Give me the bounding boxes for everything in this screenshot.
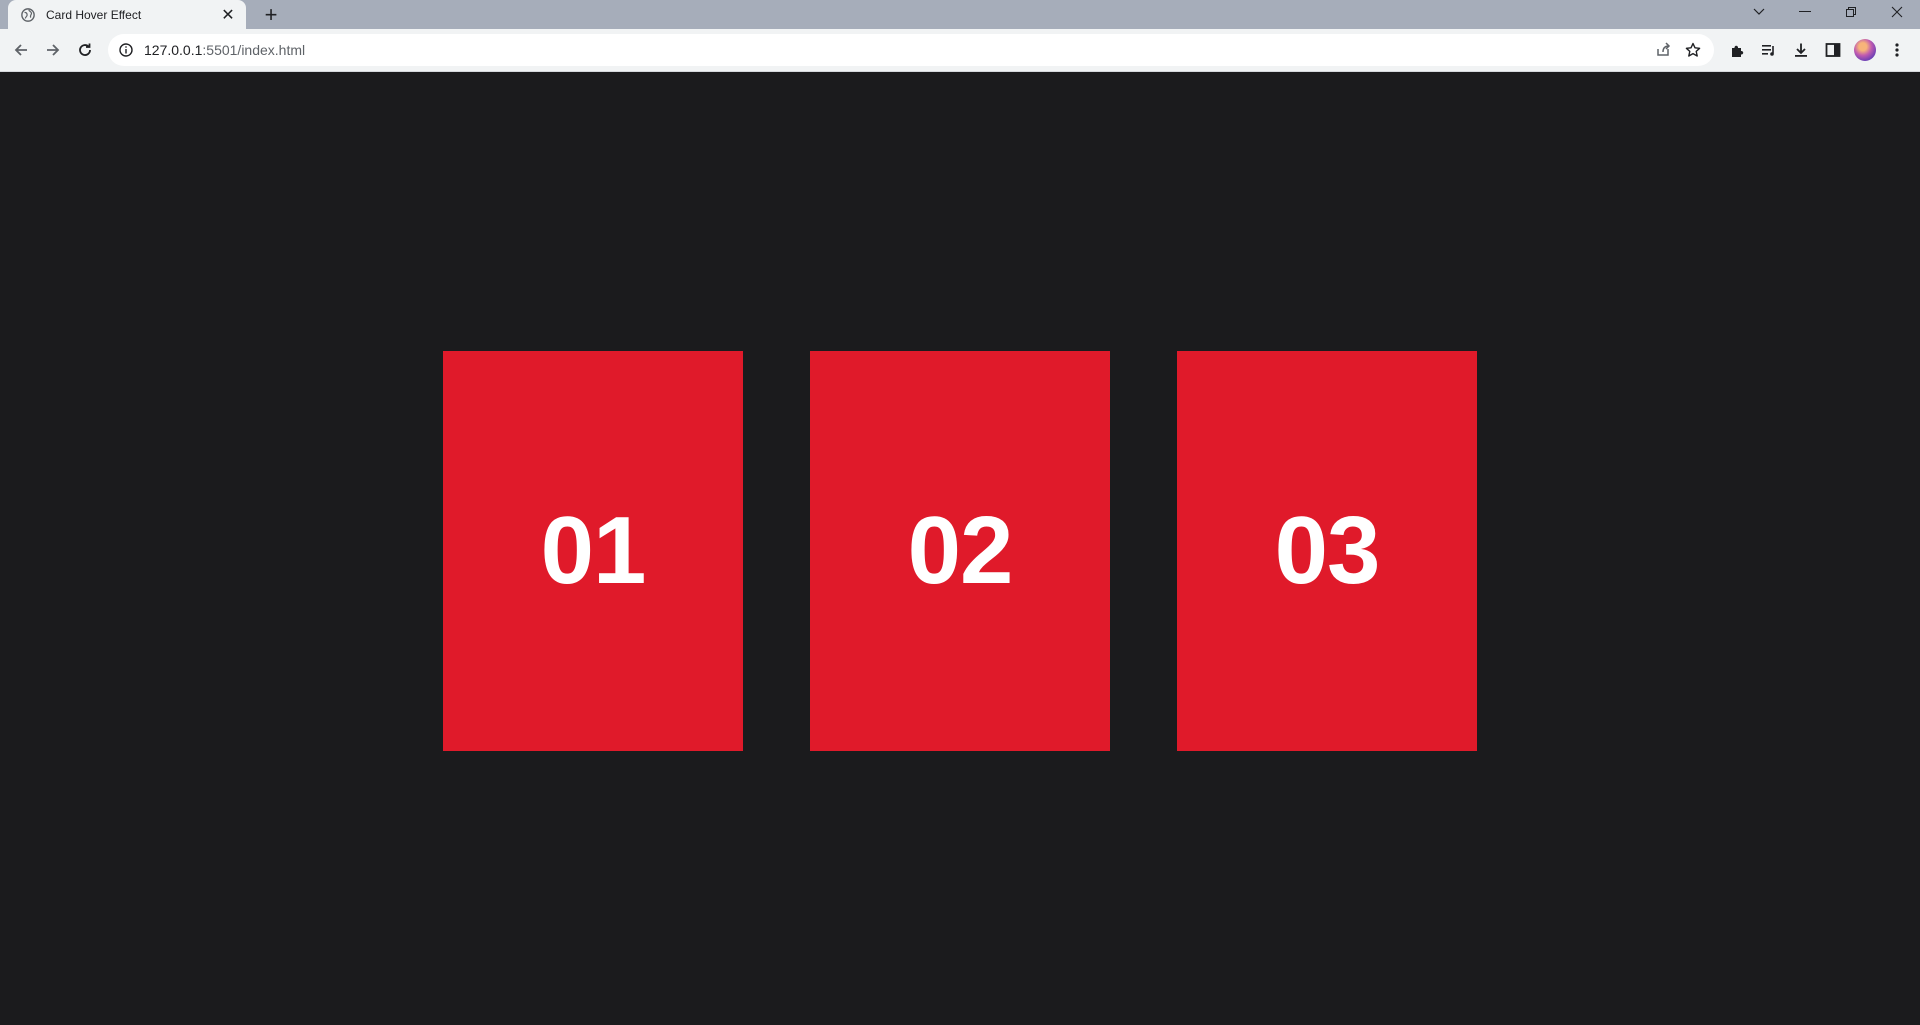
globe-icon [20, 7, 36, 23]
info-icon[interactable] [118, 42, 134, 58]
profile-avatar [1854, 39, 1876, 61]
close-window-icon[interactable] [1874, 0, 1920, 24]
card-number: 01 [540, 497, 647, 604]
close-icon[interactable]: ✕ [218, 5, 238, 25]
minimize-icon[interactable] [1782, 0, 1828, 24]
share-icon[interactable] [1648, 35, 1678, 65]
address-actions [1648, 35, 1708, 65]
tab-search-icon[interactable] [1736, 0, 1782, 24]
back-icon[interactable] [7, 36, 35, 64]
card-number: 02 [907, 497, 1014, 604]
forward-icon[interactable] [39, 36, 67, 64]
address-bar[interactable]: 127.0.0.1:5501/index.html [108, 34, 1714, 66]
url-path: :5501/index.html [202, 42, 306, 58]
browser-tab[interactable]: Card Hover Effect ✕ [8, 0, 246, 29]
card-02[interactable]: 02 [810, 351, 1110, 751]
star-icon[interactable] [1678, 35, 1708, 65]
card-number: 03 [1274, 497, 1381, 604]
reload-icon[interactable] [71, 36, 99, 64]
download-icon[interactable] [1787, 36, 1815, 64]
media-icon[interactable] [1755, 36, 1783, 64]
card-01[interactable]: 01 [443, 351, 743, 751]
browser-toolbar: 127.0.0.1:5501/index.html [0, 29, 1920, 72]
restore-icon[interactable] [1828, 0, 1874, 24]
tab-strip: Card Hover Effect ✕ + [0, 0, 1920, 29]
menu-icon[interactable] [1883, 36, 1911, 64]
extensions-icon[interactable] [1723, 36, 1751, 64]
avatar[interactable] [1851, 36, 1879, 64]
plus-icon[interactable]: + [258, 2, 284, 28]
url-host: 127.0.0.1 [144, 42, 203, 58]
sidepanel-icon[interactable] [1819, 36, 1847, 64]
tab-title: Card Hover Effect [46, 7, 142, 22]
page-content: 01 02 03 [0, 72, 1920, 1025]
url-text: 127.0.0.1:5501/index.html [144, 42, 1648, 58]
card-03[interactable]: 03 [1177, 351, 1477, 751]
